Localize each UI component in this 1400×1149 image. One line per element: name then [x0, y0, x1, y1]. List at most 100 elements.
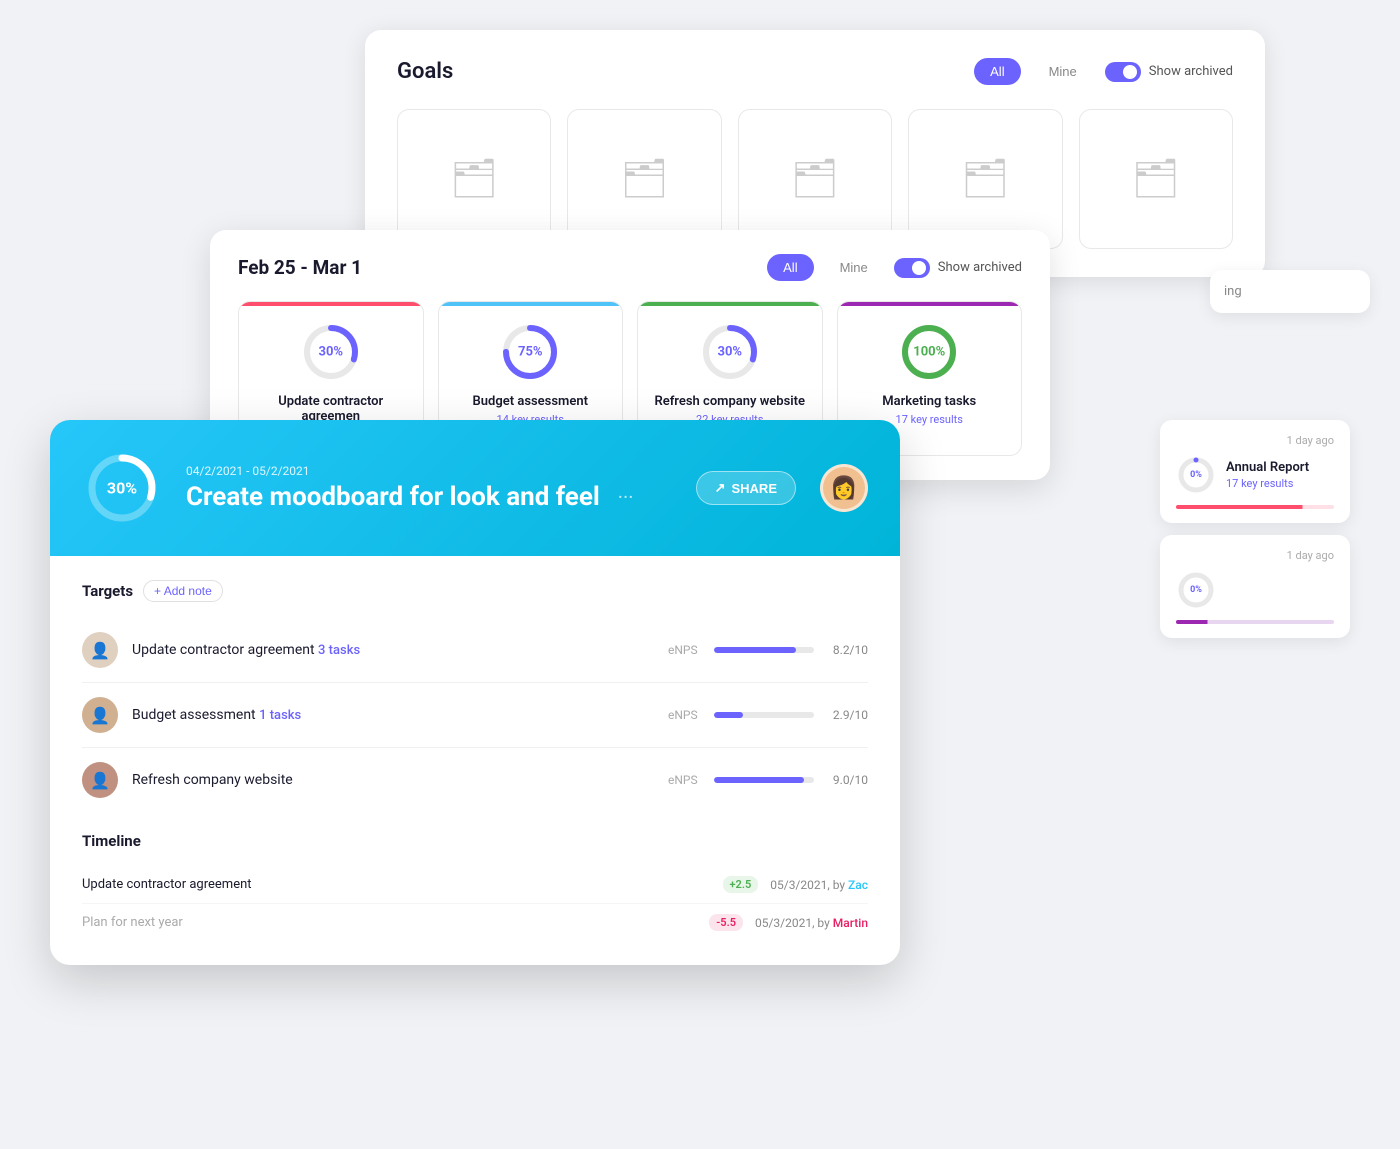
- goal-percent-2: 75%: [518, 345, 543, 360]
- target-bar-wrap-1: [714, 647, 814, 653]
- right-donut-2: 0%: [1176, 570, 1216, 610]
- show-archived-toggle[interactable]: [1105, 62, 1141, 82]
- timeline-row-1: Update contractor agreement +2.5 05/3/20…: [82, 866, 868, 904]
- target-bar-2: [714, 712, 743, 718]
- goals-toggle-row: Show archived: [1105, 62, 1233, 82]
- target-avatar-1: 👤: [82, 632, 118, 668]
- targets-label: Targets: [82, 582, 133, 600]
- target-row-2: 👤 Budget assessment 1 tasks eNPS 2.9/10: [82, 683, 868, 748]
- target-row-1: 👤 Update contractor agreement 3 tasks eN…: [82, 618, 868, 683]
- timeline-badge-2: -5.5: [709, 914, 743, 931]
- targets-section: Targets + Add note 👤 Update contractor a…: [82, 580, 868, 812]
- target-name-2: Budget assessment 1 tasks: [132, 707, 654, 723]
- timeline-section-title: Timeline: [82, 832, 868, 850]
- target-avatar-2: 👤: [82, 697, 118, 733]
- timeline-item-name-2: Plan for next year: [82, 915, 697, 930]
- goal-name-2: Budget assessment: [473, 394, 588, 409]
- folder-card-1[interactable]: 🗂: [397, 109, 551, 249]
- timeline-by-2: Martin: [833, 916, 868, 930]
- timeline-badge-1: +2.5: [723, 876, 759, 893]
- goal-donut-4: 100%: [897, 320, 961, 384]
- target-name-3: Refresh company website: [132, 772, 654, 788]
- weekly-toggle-row: Show archived: [894, 258, 1022, 278]
- more-options-icon[interactable]: ···: [618, 485, 634, 509]
- right-card-sub-1: 17 key results: [1226, 477, 1309, 490]
- right-card-bar-1: [1176, 505, 1334, 509]
- target-label-2: eNPS: [668, 708, 704, 722]
- target-value-3: 9.0/10: [824, 773, 868, 787]
- timeline-row-2: Plan for next year -5.5 05/3/2021, by Ma…: [82, 904, 868, 941]
- target-bar-wrap-3: [714, 777, 814, 783]
- target-metric-3: eNPS 9.0/10: [668, 773, 868, 787]
- main-donut: 30%: [82, 448, 162, 528]
- target-value-2: 2.9/10: [824, 708, 868, 722]
- target-bar-3: [714, 777, 804, 783]
- goal-donut-2: 75%: [498, 320, 562, 384]
- right-card-donut-row-1: 0% Annual Report 17 key results: [1176, 455, 1334, 495]
- main-header-info: 04/2/2021 - 05/2/2021 Create moodboard f…: [186, 464, 672, 512]
- goals-panel-title: Goals: [397, 59, 453, 84]
- weekly-controls: All Mine Show archived: [767, 254, 1022, 281]
- goal-percent-1: 30%: [318, 345, 343, 360]
- folder-icon-1: 🗂: [450, 157, 498, 201]
- target-bar-1: [714, 647, 796, 653]
- weekly-filter-mine[interactable]: Mine: [824, 254, 884, 281]
- target-bar-wrap-2: [714, 712, 814, 718]
- target-label-1: eNPS: [668, 643, 704, 657]
- folder-card-5[interactable]: 🗂: [1079, 109, 1233, 249]
- target-name-1: Update contractor agreement 3 tasks: [132, 642, 654, 658]
- goal-percent-3: 30%: [717, 345, 742, 360]
- folder-card-3[interactable]: 🗂: [738, 109, 892, 249]
- timeline-label: Timeline: [82, 832, 141, 850]
- right-card-bar-2: [1176, 620, 1334, 624]
- add-note-button[interactable]: + Add note: [143, 580, 223, 602]
- weekly-panel-header: Feb 25 - Mar 1 All Mine Show archived: [238, 254, 1022, 281]
- target-metric-2: eNPS 2.9/10: [668, 708, 868, 722]
- target-metric-1: eNPS 8.2/10: [668, 643, 868, 657]
- goals-controls: All Mine Show archived: [974, 58, 1233, 85]
- target-link-2[interactable]: 1 tasks: [259, 708, 301, 723]
- goals-folders: 🗂 🗂 🗂 🗂 🗂: [397, 109, 1233, 249]
- folder-icon-5: 🗂: [1132, 157, 1180, 201]
- goals-filter-all[interactable]: All: [974, 58, 1020, 85]
- folder-icon-3: 🗂: [791, 157, 839, 201]
- goals-filter-mine[interactable]: Mine: [1033, 58, 1093, 85]
- right-card-donut-row-2: 0%: [1176, 570, 1334, 610]
- share-icon: ↗: [715, 480, 726, 496]
- weekly-panel-title: Feb 25 - Mar 1: [238, 256, 362, 279]
- main-donut-label: 30%: [107, 479, 137, 498]
- goal-percent-4: 100%: [913, 345, 945, 360]
- goal-name-3: Refresh company website: [654, 394, 805, 409]
- partial-right-card: ing: [1210, 270, 1370, 313]
- right-card-2[interactable]: 1 day ago 0%: [1160, 535, 1350, 638]
- right-card-time-1: 1 day ago: [1176, 434, 1334, 447]
- goals-panel-header: Goals All Mine Show archived: [397, 58, 1233, 85]
- folder-icon-2: 🗂: [620, 157, 668, 201]
- goal-donut-3: 30%: [698, 320, 762, 384]
- main-date-range: 04/2/2021 - 05/2/2021: [186, 464, 672, 478]
- target-avatar-3: 👤: [82, 762, 118, 798]
- right-donut-1: 0%: [1176, 455, 1216, 495]
- weekly-filter-all[interactable]: All: [767, 254, 813, 281]
- weekly-show-archived-toggle[interactable]: [894, 258, 930, 278]
- folder-card-2[interactable]: 🗂: [567, 109, 721, 249]
- main-title: Create moodboard for look and feel: [186, 482, 600, 512]
- folder-icon-4: 🗂: [961, 157, 1009, 201]
- share-button[interactable]: ↗ SHARE: [696, 471, 796, 505]
- target-link-1[interactable]: 3 tasks: [318, 643, 360, 658]
- target-value-1: 8.2/10: [824, 643, 868, 657]
- goal-donut-1: 30%: [299, 320, 363, 384]
- main-card-header: 30% 04/2/2021 - 05/2/2021 Create moodboa…: [50, 420, 900, 556]
- timeline-date-1: 05/3/2021, by Zac: [770, 878, 868, 892]
- right-card-annual-report[interactable]: 1 day ago 0% Annual Report 17 key result…: [1160, 420, 1350, 523]
- partial-right-text: ing: [1224, 284, 1242, 299]
- weekly-show-archived-label: Show archived: [938, 260, 1022, 275]
- right-donut-label-2: 0%: [1190, 585, 1202, 595]
- timeline-section: Timeline Update contractor agreement +2.…: [82, 832, 868, 941]
- folder-card-4[interactable]: 🗂: [908, 109, 1062, 249]
- show-archived-label: Show archived: [1149, 64, 1233, 79]
- targets-section-title: Targets + Add note: [82, 580, 868, 602]
- target-row-3: 👤 Refresh company website eNPS 9.0/10: [82, 748, 868, 812]
- timeline-item-name-1: Update contractor agreement: [82, 877, 711, 892]
- right-donut-label-1: 0%: [1190, 470, 1202, 480]
